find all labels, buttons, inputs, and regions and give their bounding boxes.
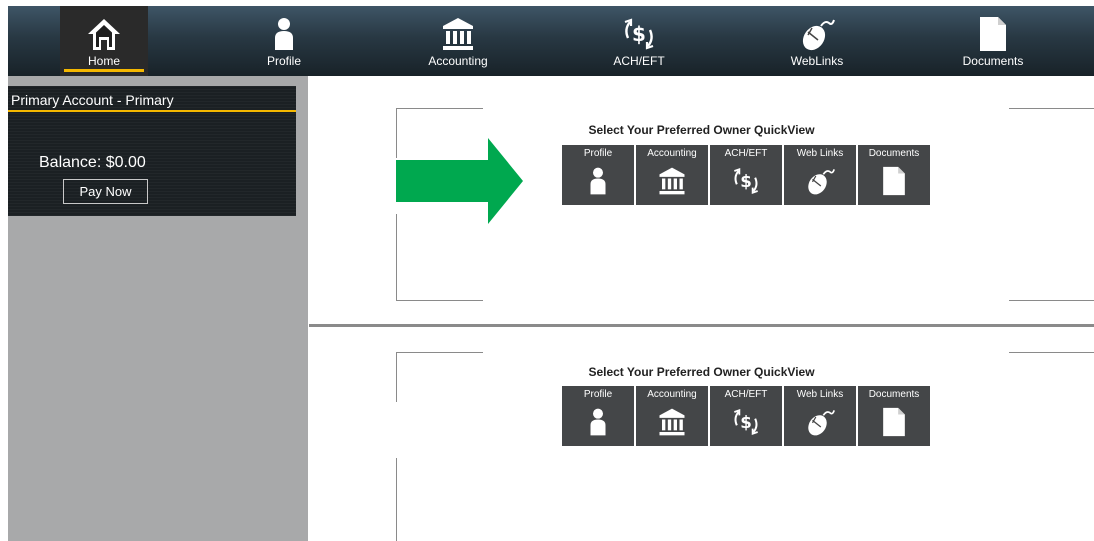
nav-label: Accounting [428, 54, 488, 68]
person-icon [266, 16, 302, 52]
document-icon [975, 16, 1011, 52]
quickview-card: Select Your Preferred Owner QuickView Pr… [309, 86, 1094, 327]
active-indicator [64, 69, 144, 72]
person-icon [583, 404, 613, 440]
quickview-tile-documents[interactable]: Documents [858, 386, 930, 446]
nav-home[interactable]: Home [60, 6, 148, 76]
mouse-icon [805, 404, 835, 440]
tile-label: Profile [583, 148, 613, 159]
account-panel: Primary Account - Primary Balance: $0.00… [8, 86, 296, 216]
nav-documents[interactable]: Documents [948, 6, 1038, 76]
tile-label: Documents [868, 148, 920, 159]
quickview-card: Select Your Preferred Owner QuickView Pr… [309, 330, 1094, 541]
frame-line [396, 300, 483, 301]
quickview-tile-web-links[interactable]: Web Links [784, 386, 856, 446]
tile-label: Web Links [796, 148, 844, 159]
frame-line [1009, 300, 1094, 301]
frame-line [396, 458, 397, 541]
bank-icon [440, 16, 476, 52]
nav-accounting[interactable]: Accounting [413, 6, 503, 76]
account-title-divider [8, 110, 296, 112]
quickview-tile-web-links[interactable]: Web Links [784, 145, 856, 205]
frame-line [1009, 352, 1094, 353]
nav-label: ACH/EFT [613, 54, 665, 68]
green-arrow-icon [396, 138, 523, 224]
nav-label: WebLinks [790, 54, 844, 68]
dollar-cycle-icon [621, 16, 657, 52]
tile-label: Accounting [647, 148, 697, 159]
mouse-icon [799, 16, 835, 52]
document-icon [879, 404, 909, 440]
pay-now-button[interactable]: Pay Now [63, 179, 148, 204]
nav-label: Documents [962, 54, 1024, 68]
tile-label: Documents [868, 389, 920, 400]
quickview-tile-profile[interactable]: Profile [562, 145, 634, 205]
quickview-title: Select Your Preferred Owner QuickView [588, 365, 815, 379]
balance-text: Balance: $0.00 [39, 154, 146, 171]
top-navigation: Home Profile Accounting ACH/EFT WebLinks… [8, 6, 1094, 76]
person-icon [583, 163, 613, 199]
tile-label: Web Links [796, 389, 844, 400]
quickview-tile-accounting[interactable]: Accounting [636, 145, 708, 205]
tile-label: Profile [583, 389, 613, 400]
quickview-tiles: Profile Accounting ACH/EFT Web Links Doc… [562, 145, 930, 205]
quickview-tile-ach-eft[interactable]: ACH/EFT [710, 145, 782, 205]
tile-label: Accounting [647, 389, 697, 400]
quickview-tile-ach-eft[interactable]: ACH/EFT [710, 386, 782, 446]
nav-label: Home [87, 54, 120, 68]
quickview-tile-documents[interactable]: Documents [858, 145, 930, 205]
quickview-title: Select Your Preferred Owner QuickView [588, 123, 815, 137]
tile-label: ACH/EFT [724, 389, 768, 400]
nav-profile[interactable]: Profile [244, 6, 324, 76]
dollar-cycle-icon [731, 404, 761, 440]
account-title: Primary Account - Primary [11, 92, 174, 108]
frame-line [396, 214, 397, 300]
bank-icon [657, 163, 687, 199]
document-icon [879, 163, 909, 199]
frame-line [396, 352, 483, 353]
sidebar: Primary Account - Primary Balance: $0.00… [8, 76, 308, 541]
quickview-tile-profile[interactable]: Profile [562, 386, 634, 446]
frame-line [396, 108, 483, 109]
frame-line [1009, 108, 1094, 109]
tile-label: ACH/EFT [724, 148, 768, 159]
mouse-icon [805, 163, 835, 199]
bank-icon [657, 404, 687, 440]
quickview-tiles: Profile Accounting ACH/EFT Web Links Doc… [562, 386, 930, 446]
nav-ach-eft[interactable]: ACH/EFT [594, 6, 684, 76]
quickview-tile-accounting[interactable]: Accounting [636, 386, 708, 446]
dollar-cycle-icon [731, 163, 761, 199]
nav-label: Profile [266, 54, 301, 68]
home-icon [86, 16, 122, 52]
nav-weblinks[interactable]: WebLinks [772, 6, 862, 76]
